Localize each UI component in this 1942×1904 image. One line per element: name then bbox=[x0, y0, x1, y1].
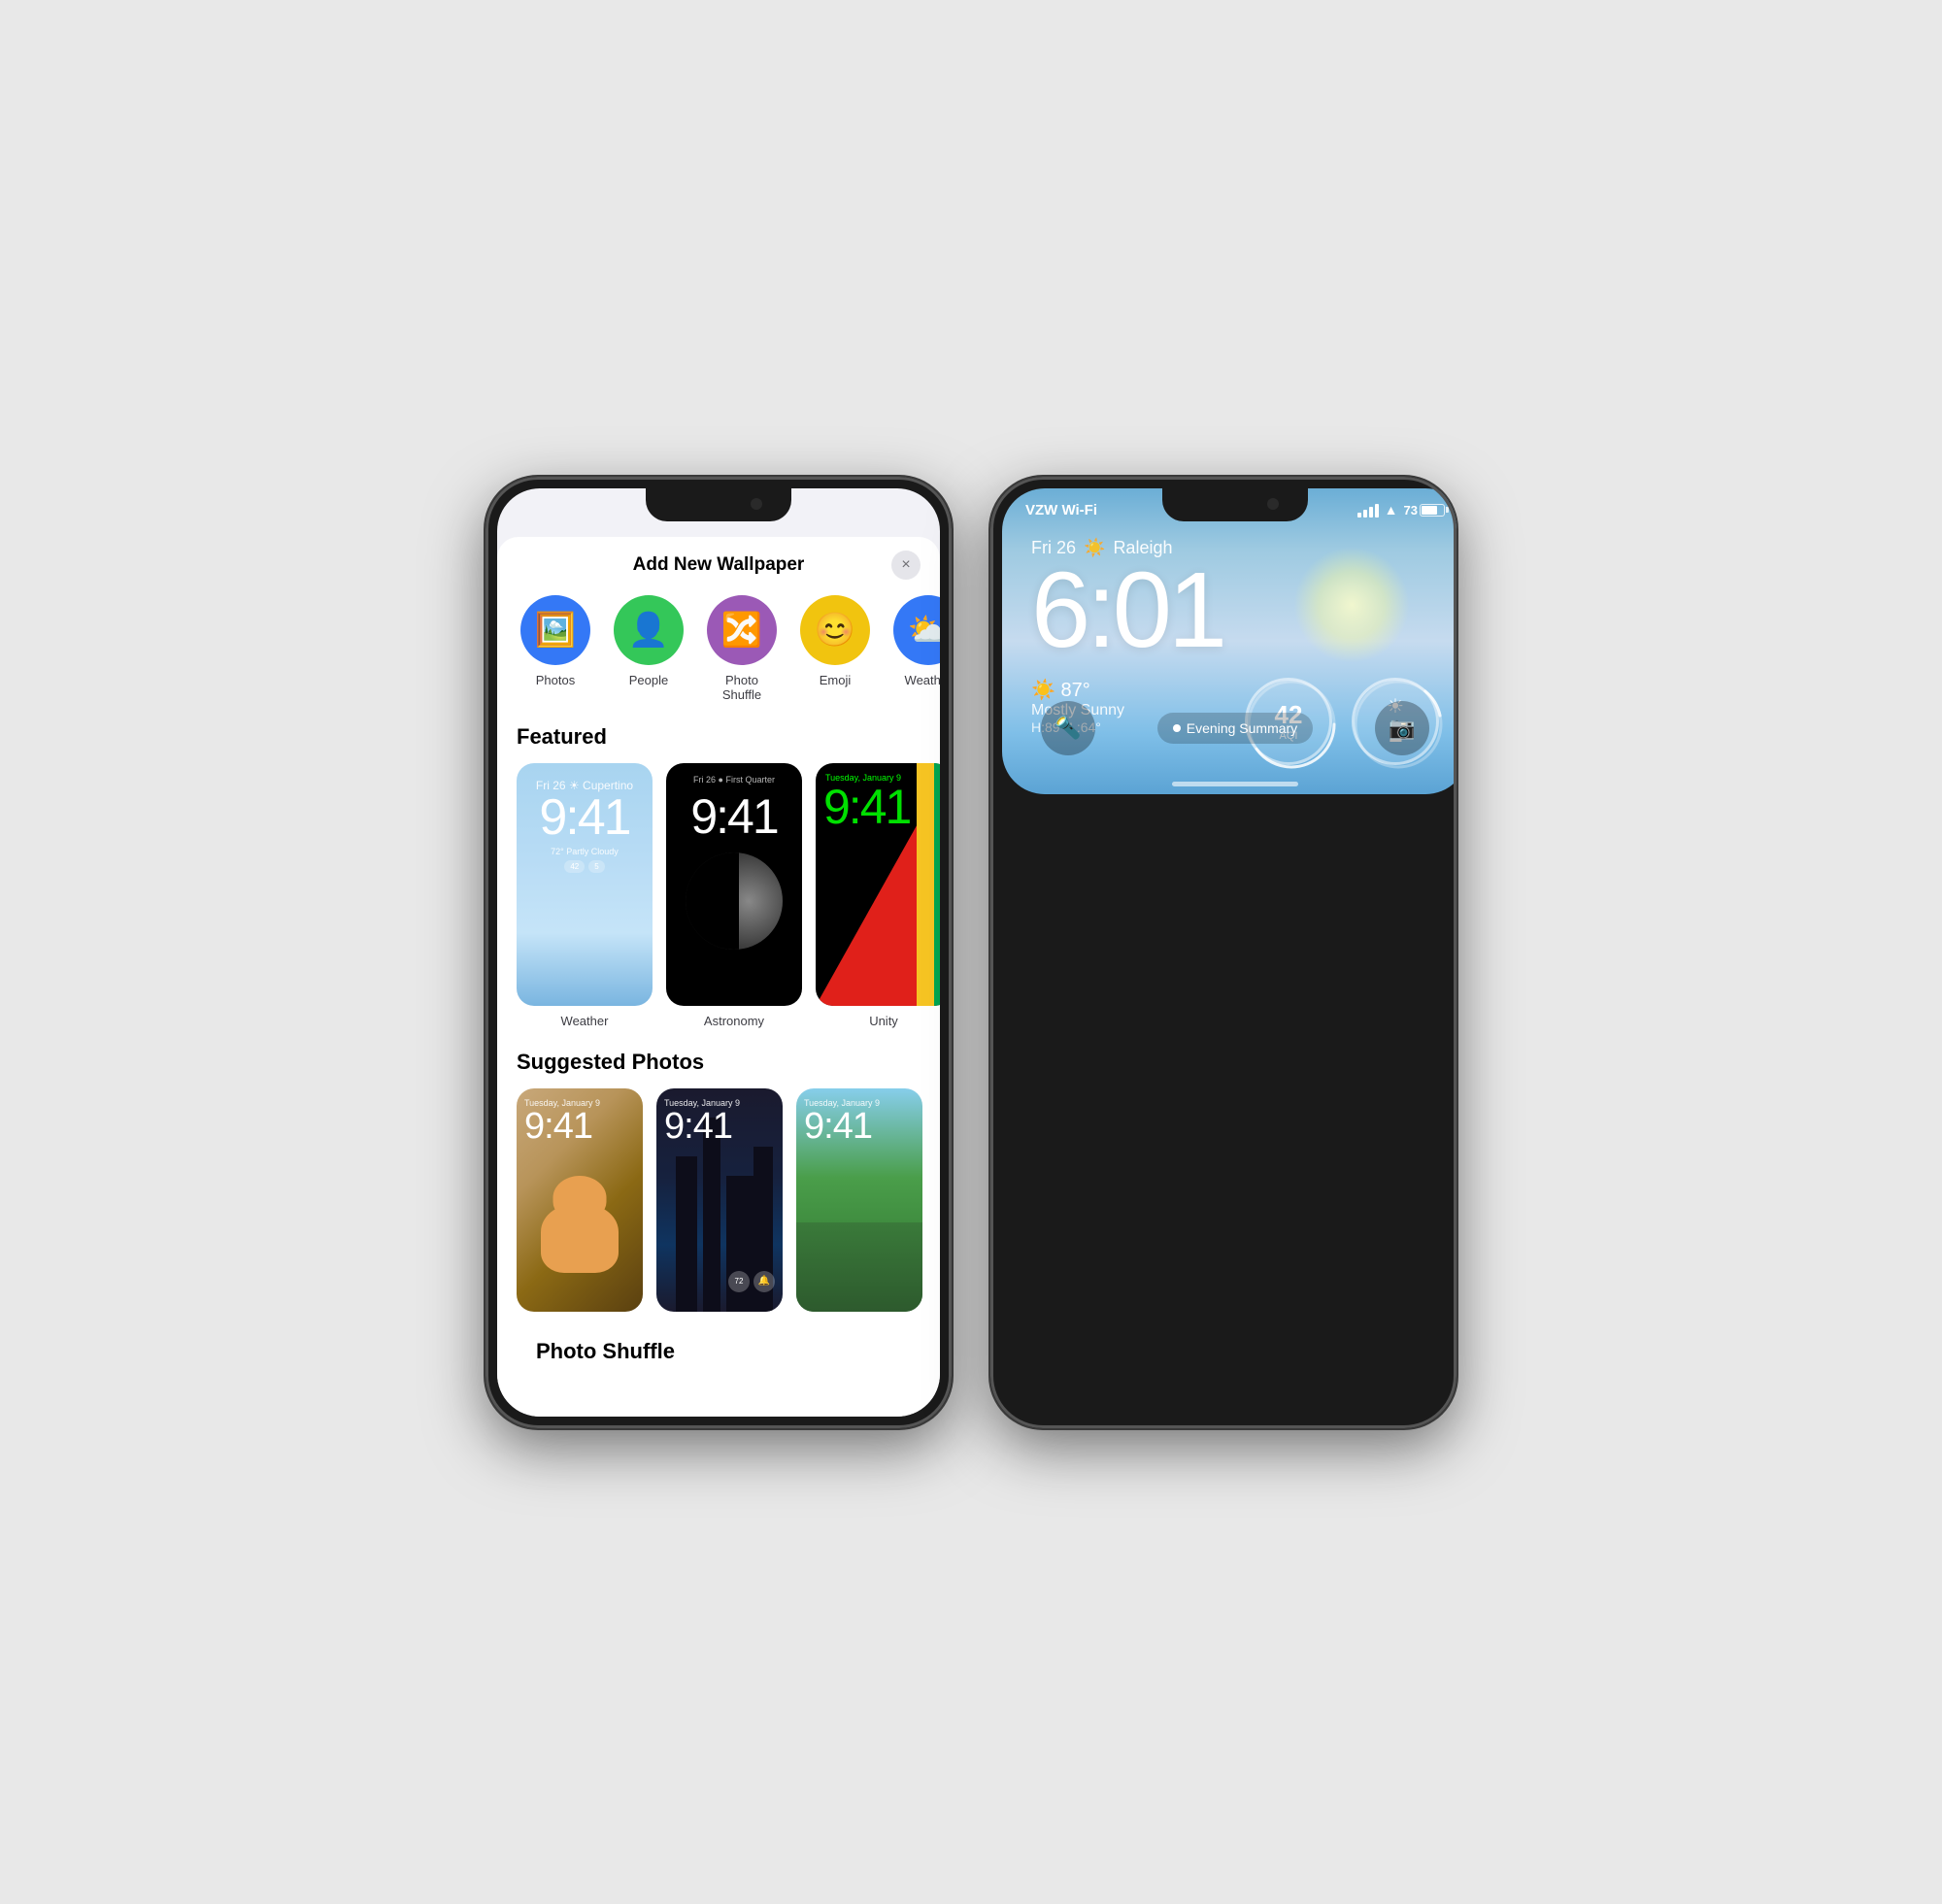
photos-icon-label: Photos bbox=[536, 673, 575, 688]
weather-icon: ⛅ bbox=[908, 611, 940, 650]
right-phone-screen: VZW Wi-Fi ▲ 73 bbox=[1002, 488, 1456, 794]
battery-container: 73 bbox=[1404, 503, 1445, 518]
featured-section-title: Featured bbox=[497, 718, 940, 763]
people-icon-label: People bbox=[629, 673, 668, 688]
shuffle-icon: 🔀 bbox=[721, 611, 762, 650]
battery-percent: 73 bbox=[1404, 503, 1418, 518]
right-notch bbox=[1162, 488, 1308, 521]
suggested-card-city[interactable]: Tuesday, January 9 9:41 72 🔔 bbox=[656, 1088, 783, 1312]
sheet-header: Add New Wallpaper × bbox=[497, 537, 940, 585]
left-phone: Add New Wallpaper × 🖼️ Photos 👤 bbox=[486, 477, 952, 1428]
notification-text: Evening Summary bbox=[1187, 720, 1297, 736]
city-badge-1: 72 bbox=[728, 1271, 750, 1292]
type-icon-emoji[interactable]: 😊 Emoji bbox=[796, 595, 874, 703]
photos-icon-circle: 🖼️ bbox=[520, 595, 590, 665]
people-icon-circle: 👤 bbox=[614, 595, 684, 665]
signal-bar-1 bbox=[1357, 513, 1361, 518]
weather-card-label: Weather bbox=[561, 1014, 609, 1028]
featured-row: Fri 26 ☀ Cupertino 9:41 72° Partly Cloud… bbox=[497, 763, 940, 1044]
suggested-photos-title: Suggested Photos bbox=[497, 1044, 940, 1088]
weather-preview-clock: 9:41 bbox=[539, 792, 629, 843]
astronomy-preview: Fri 26 ● First Quarter 9:41 bbox=[666, 763, 802, 1006]
front-camera bbox=[751, 498, 762, 510]
weather-icon-circle: ⛅ bbox=[893, 595, 940, 665]
unity-preview: Tuesday, January 9 9:41 bbox=[816, 763, 940, 1006]
left-phone-screen: Add New Wallpaper × 🖼️ Photos 👤 bbox=[497, 488, 940, 1417]
city-photo-clock: 9:41 bbox=[664, 1106, 732, 1148]
people-icon: 👤 bbox=[628, 611, 669, 650]
signal-bars bbox=[1357, 502, 1379, 518]
emoji-icon: 😊 bbox=[815, 611, 855, 650]
moon-shape bbox=[686, 852, 783, 950]
weather-preview-bg: Fri 26 ☀ Cupertino 9:41 72° Partly Cloud… bbox=[517, 763, 653, 1006]
battery-fill bbox=[1422, 506, 1437, 515]
uv-badge: 5 bbox=[588, 860, 604, 873]
phones-container: Add New Wallpaper × 🖼️ Photos 👤 bbox=[486, 477, 1456, 1428]
photo-shuffle-section: Photo Shuffle bbox=[497, 1327, 940, 1397]
notification-dot bbox=[1173, 724, 1181, 732]
photo-shuffle-section-title: Photo Shuffle bbox=[517, 1333, 921, 1378]
flashlight-button[interactable]: 🔦 bbox=[1041, 701, 1095, 755]
nature-photo-clock: 9:41 bbox=[804, 1106, 872, 1148]
cat-body-shape bbox=[541, 1205, 619, 1273]
wifi-icon: ▲ bbox=[1385, 502, 1398, 518]
suggested-row: Tuesday, January 9 9:41 Tuesday, January… bbox=[497, 1088, 940, 1327]
lock-notification[interactable]: Evening Summary bbox=[1157, 713, 1313, 744]
weather-sun-icon: ☀️ bbox=[1031, 680, 1055, 701]
type-icon-people[interactable]: 👤 People bbox=[610, 595, 687, 703]
type-icon-weather[interactable]: ⛅ Weather bbox=[889, 595, 940, 703]
photos-icon: 🖼️ bbox=[535, 611, 576, 650]
home-indicator bbox=[1172, 782, 1298, 786]
lock-bottom: 🔦 Evening Summary 📷 bbox=[1002, 701, 1456, 755]
city-badge-2: 🔔 bbox=[753, 1271, 775, 1292]
astronomy-card-label: Astronomy bbox=[704, 1014, 764, 1028]
signal-bar-4 bbox=[1375, 504, 1379, 518]
camera-icon: 📷 bbox=[1389, 716, 1415, 741]
notch bbox=[646, 488, 791, 521]
signal-bar-2 bbox=[1363, 510, 1367, 518]
aqi-badge: 42 bbox=[564, 860, 585, 873]
unity-card-label: Unity bbox=[869, 1014, 898, 1028]
right-phone: VZW Wi-Fi ▲ 73 bbox=[990, 477, 1456, 1428]
right-front-camera bbox=[1267, 498, 1279, 510]
signal-bar-3 bbox=[1369, 507, 1373, 518]
camera-button[interactable]: 📷 bbox=[1375, 701, 1429, 755]
type-icon-photos[interactable]: 🖼️ Photos bbox=[517, 595, 594, 703]
featured-card-unity[interactable]: Tuesday, January 9 9:41 Unity bbox=[816, 763, 940, 1028]
emoji-icon-circle: 😊 bbox=[800, 595, 870, 665]
photo-shuffle-icon-circle: 🔀 bbox=[707, 595, 777, 665]
photo-shuffle-icon-label: Photo Shuffle bbox=[707, 673, 777, 703]
sheet-close-button[interactable]: × bbox=[891, 551, 921, 580]
astronomy-preview-date: Fri 26 ● First Quarter bbox=[693, 775, 775, 785]
weather-icon-label: Weather bbox=[905, 673, 940, 688]
emoji-icon-label: Emoji bbox=[820, 673, 852, 688]
type-icon-photo-shuffle[interactable]: 🔀 Photo Shuffle bbox=[703, 595, 781, 703]
astronomy-preview-bg: Fri 26 ● First Quarter 9:41 bbox=[666, 763, 802, 1006]
suggested-card-cat[interactable]: Tuesday, January 9 9:41 bbox=[517, 1088, 643, 1312]
sheet-title: Add New Wallpaper bbox=[633, 554, 805, 576]
nature-water bbox=[796, 1222, 922, 1312]
unity-gold-stripe bbox=[917, 763, 934, 1006]
unity-green-stripe bbox=[934, 763, 940, 1006]
weather-preview: Fri 26 ☀ Cupertino 9:41 72° Partly Cloud… bbox=[517, 763, 653, 1006]
suggested-card-nature[interactable]: Tuesday, January 9 9:41 bbox=[796, 1088, 922, 1312]
weather-temp: ☀️ 87° bbox=[1031, 678, 1225, 702]
wallpaper-sheet[interactable]: Add New Wallpaper × 🖼️ Photos 👤 bbox=[497, 537, 940, 1417]
weather-badges: 42 5 bbox=[564, 860, 604, 873]
unity-preview-bg: Tuesday, January 9 9:41 bbox=[816, 763, 940, 1006]
building-1 bbox=[676, 1156, 697, 1312]
city-photo-badges: 72 🔔 bbox=[728, 1271, 775, 1292]
carrier-label: VZW Wi-Fi bbox=[1025, 502, 1097, 518]
featured-card-astronomy[interactable]: Fri 26 ● First Quarter 9:41 Astronomy bbox=[666, 763, 802, 1028]
flashlight-icon: 🔦 bbox=[1055, 716, 1081, 741]
type-icons-row: 🖼️ Photos 👤 People 🔀 Pho bbox=[497, 585, 940, 718]
weather-preview-info: 72° Partly Cloudy bbox=[551, 847, 619, 856]
cat-photo-clock: 9:41 bbox=[524, 1106, 592, 1148]
battery-icon bbox=[1420, 504, 1445, 517]
status-right-icons: ▲ 73 bbox=[1357, 502, 1445, 518]
astronomy-preview-clock: 9:41 bbox=[690, 788, 777, 845]
lock-time: 6:01 bbox=[1031, 562, 1439, 658]
featured-card-weather[interactable]: Fri 26 ☀ Cupertino 9:41 72° Partly Cloud… bbox=[517, 763, 653, 1028]
